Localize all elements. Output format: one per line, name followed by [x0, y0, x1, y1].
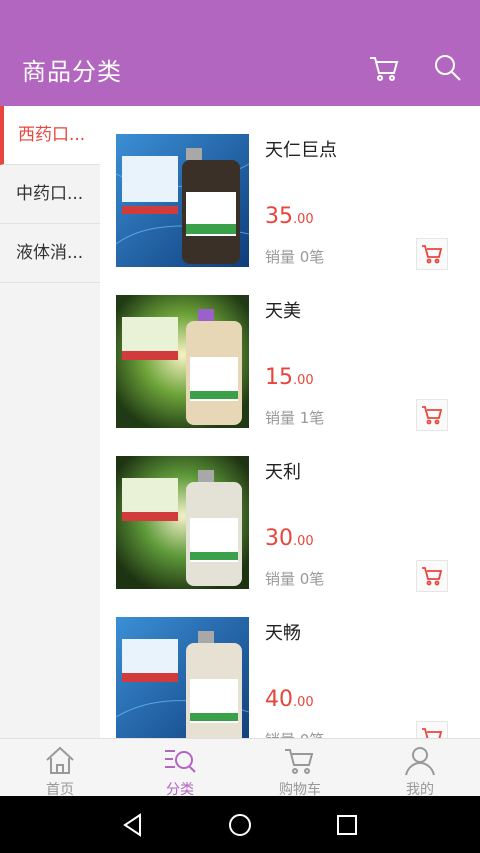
header-cart-button[interactable] — [366, 50, 402, 86]
cart-icon — [370, 57, 399, 81]
product-item[interactable]: 天美 15.00 销量 1笔 — [100, 267, 480, 431]
home-icon — [46, 746, 74, 774]
product-price: 30.00 — [265, 526, 314, 551]
back-button[interactable] — [118, 810, 148, 840]
product-image — [116, 295, 249, 428]
price-decimal: .00 — [293, 534, 314, 549]
category-icon — [165, 750, 196, 773]
price-integer: 40 — [265, 687, 293, 712]
product-image — [116, 456, 249, 589]
cart-icon — [422, 567, 443, 586]
product-name[interactable]: 天利 — [265, 458, 301, 484]
product-item[interactable]: 天利 30.00 销量 0笔 — [100, 428, 480, 592]
add-to-cart-button[interactable] — [416, 238, 448, 270]
system-navigation-bar — [0, 796, 480, 853]
price-integer: 35 — [265, 204, 293, 229]
bottom-tab-bar: 首页 分类 购物车 我的 — [0, 738, 480, 798]
price-integer: 15 — [265, 365, 293, 390]
sidebar-item-western-medicine[interactable]: 西药口... — [0, 106, 100, 165]
cart-icon — [285, 749, 314, 774]
back-icon — [123, 813, 141, 837]
user-icon — [405, 747, 435, 776]
product-item[interactable]: 天仁巨点 35.00 销量 0笔 — [100, 106, 480, 270]
price-decimal: .00 — [293, 212, 314, 227]
sales-count: 销量 1笔 — [265, 409, 325, 427]
app-header: 商品分类 — [0, 0, 480, 106]
cart-icon — [422, 728, 443, 738]
tab-cart[interactable]: 购物车 — [240, 739, 360, 798]
product-name[interactable]: 天仁巨点 — [265, 136, 337, 162]
add-to-cart-button[interactable] — [416, 560, 448, 592]
tab-home[interactable]: 首页 — [0, 739, 120, 798]
tab-profile[interactable]: 我的 — [360, 739, 480, 798]
add-to-cart-button[interactable] — [416, 399, 448, 431]
home-button[interactable] — [225, 810, 255, 840]
page-title: 商品分类 — [22, 58, 122, 86]
sales-count: 销量 0笔 — [265, 729, 324, 738]
sidebar-item-liquid-disinfectant[interactable]: 液体消... — [0, 224, 100, 283]
category-sidebar: 西药口... 中药口... 液体消... — [0, 106, 100, 738]
product-name[interactable]: 天美 — [265, 297, 301, 323]
cart-icon — [422, 245, 443, 264]
search-icon — [435, 55, 461, 81]
product-item[interactable]: 天畅 40.00 销量 0笔 — [100, 589, 480, 738]
price-decimal: .00 — [293, 695, 314, 710]
product-price: 35.00 — [265, 204, 314, 229]
sidebar-item-chinese-medicine[interactable]: 中药口... — [0, 165, 100, 224]
product-name[interactable]: 天畅 — [265, 619, 301, 645]
header-search-button[interactable] — [430, 50, 466, 86]
sales-count: 销量 0笔 — [265, 248, 325, 266]
recent-apps-button[interactable] — [332, 810, 362, 840]
product-list: 天仁巨点 35.00 销量 0笔 天美 15.00 销量 1笔 天利 30.00… — [100, 106, 480, 738]
sales-count: 销量 0笔 — [265, 570, 325, 588]
product-price: 40.00 — [265, 687, 314, 712]
product-image — [116, 617, 249, 738]
price-integer: 30 — [265, 526, 293, 551]
square-recents-icon — [337, 815, 357, 835]
product-price: 15.00 — [265, 365, 314, 390]
add-to-cart-button[interactable] — [416, 721, 448, 738]
cart-icon — [422, 406, 443, 425]
price-decimal: .00 — [293, 373, 314, 388]
tab-category[interactable]: 分类 — [120, 739, 240, 798]
product-image — [116, 134, 249, 267]
circle-home-icon — [229, 814, 251, 836]
